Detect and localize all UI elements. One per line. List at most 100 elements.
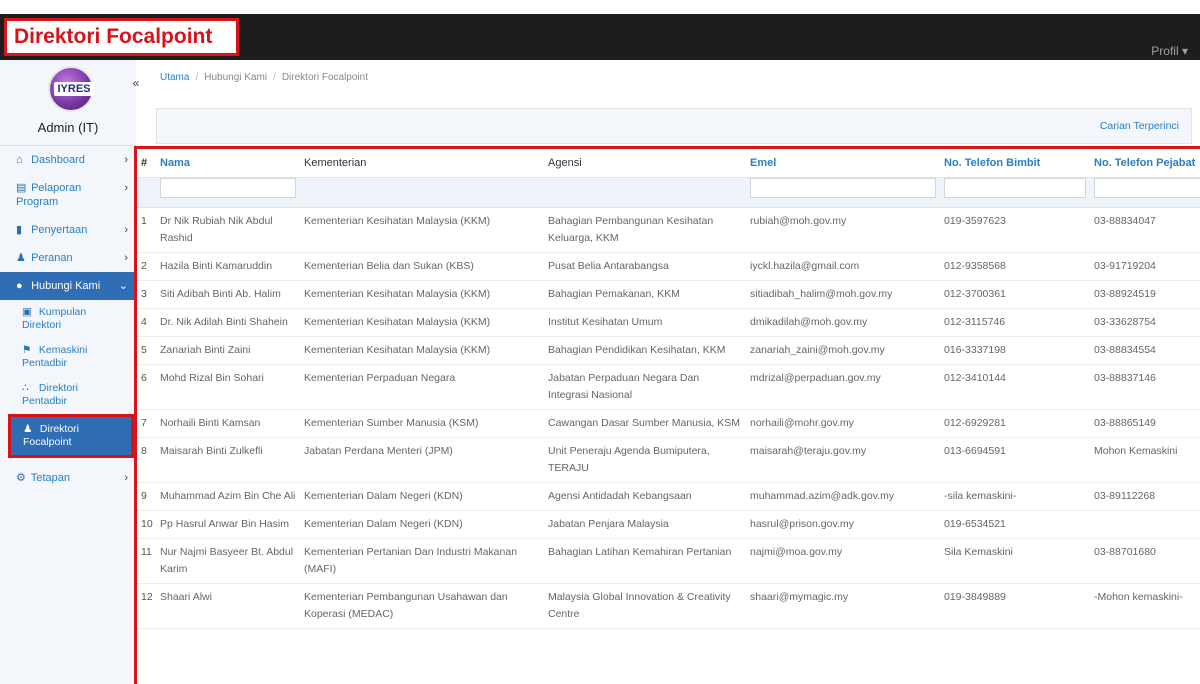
filter-nama-input[interactable] [160,177,296,198]
chevron-right-icon: › [124,472,128,484]
table-row[interactable]: 7 Norhaili Binti Kamsan Kementerian Sumber… [137,409,1200,438]
cell-pejabat: 03-89112268 [1090,482,1200,511]
cell-kementerian: Kementerian Kesihatan Malaysia (KKM) [300,308,544,337]
column-header-num[interactable]: # [137,149,156,178]
sidebar-item-dashboard[interactable]: ⌂ Dashboard › [0,146,136,174]
filter-row [137,177,1200,208]
cell-kementerian: Kementerian Kesihatan Malaysia (KKM) [300,280,544,309]
sidebar-item-hubungi-kami[interactable]: ● Hubungi Kami ⌄ [0,272,136,300]
sidebar-item-pelaporan-program[interactable]: ▤ Pelaporan Program › [0,174,136,216]
filter-cell-kementerian [300,177,544,208]
table-row[interactable]: 4 Dr. Nik Adilah Binti Shahein Kementerian… [137,308,1200,337]
top-strip [0,0,1200,14]
cell-nama: Dr. Nik Adilah Binti Shahein [156,308,300,337]
sidebar-item-tetapan[interactable]: ⚙ Tetapan › [0,464,136,492]
filter-cell-num [137,177,156,208]
cell-agensi: Bahagian Pendidikan Kesihatan, KKM [544,336,746,365]
cell-emel: shaari@mymagic.my [746,583,940,629]
column-header-bimbit[interactable]: No. Telefon Bimbit [940,149,1090,178]
cell-emel: maisarah@teraju.gov.my [746,437,940,483]
table-row[interactable]: 8 Maisarah Binti Zulkefli Jabatan Perdana … [137,437,1200,483]
cell-num: 7 [137,409,156,438]
sidebar: IYRES Admin (IT) « ⌂ Dashboard › ▤ Pelap… [0,60,139,684]
table-row[interactable]: 12 Shaari Alwi Kementerian Pembangunan Usa… [137,583,1200,629]
filter-cell-pejabat [1090,177,1200,208]
advanced-search-link[interactable]: Carian Terperinci [1100,120,1179,132]
cell-bimbit: 016-3337198 [940,336,1090,365]
user-icon: ♟ [23,423,33,435]
table-row[interactable]: 3 Siti Adibah Binti Ab. Halim Kementerian … [137,280,1200,309]
cell-agensi: Bahagian Pembangunan Kesihatan Keluarga,… [544,207,746,253]
sidebar-item-label: Hubungi Kami [31,280,101,292]
cell-num: 10 [137,510,156,539]
filter-pejabat-input[interactable] [1094,177,1200,198]
filter-emel-input[interactable] [750,177,936,198]
sidebar-item-penyertaan[interactable]: ▮ Penyertaan › [0,216,136,244]
directory-table-frame: # Nama Kementerian Agensi Emel No. Telef… [134,146,1200,684]
cell-agensi: Unit Peneraju Agenda Bumiputera, TERAJU [544,437,746,483]
table-row[interactable]: 1 Dr Nik Rubiah Nik Abdul Rashid Kementeri… [137,207,1200,253]
cell-pejabat: 03-88924519 [1090,280,1200,309]
sidebar-subitem-direktori-pentadbir[interactable]: ∴ Direktori Pentadbir [0,376,136,414]
table-row[interactable]: 9 Muhammad Azim Bin Che Ali Kementerian Da… [137,482,1200,511]
table-row[interactable]: 11 Nur Najmi Basyeer Bt. Abdul Karim Kemen… [137,538,1200,584]
file-icon: ▤ [16,182,27,194]
table-row[interactable]: 2 Hazila Binti Kamaruddin Kementerian Beli… [137,252,1200,281]
cell-pejabat: 03-88865149 [1090,409,1200,438]
profile-menu[interactable]: Profil ▾ [1151,44,1188,58]
cell-kementerian: Kementerian Dalam Negeri (KDN) [300,482,544,511]
home-icon: ⌂ [16,154,23,166]
breadcrumb-home[interactable]: Utama [160,72,189,83]
filter-cell-nama [156,177,300,208]
app-logo-text: IYRES [54,82,94,96]
cell-nama: Norhaili Binti Kamsan [156,409,300,438]
sitemap-icon: ∴ [22,382,29,394]
cell-num: 8 [137,437,156,483]
column-header-kementerian[interactable]: Kementerian [300,149,544,178]
cell-bimbit: 012-3115746 [940,308,1090,337]
sidebar-subitem-kemaskini-pentadbir[interactable]: ⚑ Kemaskini Pentadbir [0,338,136,376]
column-header-nama[interactable]: Nama [156,149,300,178]
column-header-emel[interactable]: Emel [746,149,940,178]
sidebar-item-label: Dashboard [31,154,85,166]
column-header-agensi[interactable]: Agensi [544,149,746,178]
cell-kementerian: Kementerian Kesihatan Malaysia (KKM) [300,207,544,253]
cell-emel: najmi@moa.gov.my [746,538,940,584]
book-icon: ▮ [16,224,23,236]
cell-agensi: Pusat Belia Antarabangsa [544,252,746,281]
cell-agensi: Cawangan Dasar Sumber Manusia, KSM [544,409,746,438]
table-row[interactable]: 6 Mohd Rizal Bin Sohari Kementerian Perpad… [137,364,1200,410]
cell-pejabat: 03-88701680 [1090,538,1200,584]
breadcrumb-hubungi-kami[interactable]: Hubungi Kami [204,72,267,83]
cell-nama: Hazila Binti Kamaruddin [156,252,300,281]
table-row[interactable]: 10 Pp Hasrul Anwar Bin Hasim Kementerian D… [137,510,1200,539]
cell-bimbit: Sila Kemaskini [940,538,1090,584]
cell-kementerian: Kementerian Kesihatan Malaysia (KKM) [300,336,544,365]
cell-num: 12 [137,583,156,629]
cell-num: 2 [137,252,156,281]
collapse-sidebar-button[interactable]: « [128,75,144,91]
cell-nama: Maisarah Binti Zulkefli [156,437,300,483]
cell-agensi: Malaysia Global Innovation & Creativity … [544,583,746,629]
cell-pejabat: -Mohon kemaskini- [1090,583,1200,629]
cell-emel: muhammad.azim@adk.gov.my [746,482,940,511]
cell-kementerian: Kementerian Perpaduan Negara [300,364,544,410]
cell-bimbit: 019-3849889 [940,583,1090,629]
cell-kementerian: Jabatan Perdana Menteri (JPM) [300,437,544,483]
cell-nama: Siti Adibah Binti Ab. Halim [156,280,300,309]
filter-bimbit-input[interactable] [944,177,1086,198]
breadcrumb-separator: / [273,72,276,83]
column-header-pejabat[interactable]: No. Telefon Pejabat [1090,149,1200,178]
app-logo: IYRES [48,66,94,112]
breadcrumb-current: Direktori Focalpoint [281,72,368,83]
sidebar-subitem-kumpulan-direktori[interactable]: ▣ Kumpulan Direktori [0,300,136,338]
cell-kementerian: Kementerian Dalam Negeri (KDN) [300,510,544,539]
cell-emel: iyckl.hazila@gmail.com [746,252,940,281]
cell-kementerian: Kementerian Pertanian Dan Industri Makan… [300,538,544,584]
sidebar-item-peranan[interactable]: ♟ Peranan › [0,244,136,272]
table-row[interactable]: 5 Zanariah Binti Zaini Kementerian Kesihat… [137,336,1200,365]
cell-pejabat: 03-88834047 [1090,207,1200,253]
sidebar-subitem-direktori-focalpoint[interactable]: ♟ Direktori Focalpoint [8,414,134,458]
cell-num: 6 [137,364,156,410]
cell-nama: Shaari Alwi [156,583,300,629]
